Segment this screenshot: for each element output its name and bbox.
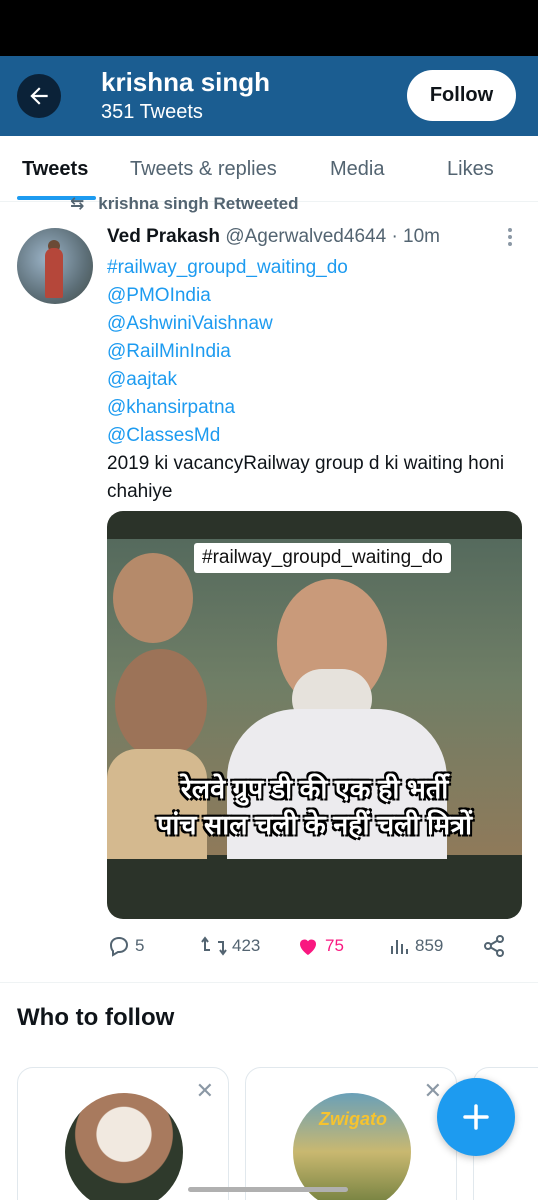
retweet-context-label: krishna singh Retweeted	[98, 196, 299, 213]
tweet-media[interactable]: #railway_groupd_waiting_do रेलवे ग्रुप ड…	[107, 511, 522, 919]
close-icon[interactable]: ✕	[196, 1080, 214, 1102]
retweet-button[interactable]: 423	[200, 934, 260, 958]
mention-link[interactable]: @ClassesMd	[107, 422, 527, 450]
person-left-bottom	[115, 649, 207, 759]
follow-button[interactable]: Follow	[407, 70, 516, 121]
author-name[interactable]: Ved Prakash	[107, 226, 220, 247]
person-left-top	[113, 553, 193, 643]
mention-link[interactable]: @aajtak	[107, 366, 527, 394]
profile-tabs: Tweets Tweets & replies Media Likes	[0, 136, 538, 202]
profile-header: krishna singh 351 Tweets Follow	[0, 56, 538, 136]
mention-link[interactable]: @AshwiniVaishnaw	[107, 310, 527, 338]
mention-link[interactable]: @PMOIndia	[107, 282, 527, 310]
plus-icon	[463, 1104, 489, 1130]
tab-tweets-replies[interactable]: Tweets & replies	[130, 158, 277, 181]
share-icon	[484, 935, 504, 957]
section-divider	[0, 982, 538, 983]
mention-link[interactable]: @RailMinIndia	[107, 338, 527, 366]
hashtag-link[interactable]: #railway_groupd_waiting_do	[107, 254, 527, 282]
suggestion-avatar	[65, 1093, 183, 1200]
share-button[interactable]	[482, 934, 506, 958]
retweet-icon	[201, 936, 227, 956]
views-icon	[391, 940, 408, 954]
tab-media[interactable]: Media	[330, 158, 384, 181]
close-icon[interactable]: ✕	[424, 1080, 442, 1102]
media-caption-line1: रेलवे ग्रुप डी की एक ही भर्ती	[180, 774, 449, 804]
reply-button[interactable]: 5	[107, 934, 144, 958]
tweet-count: 351 Tweets	[101, 101, 203, 123]
tweet-time: · 10m	[391, 226, 441, 247]
author-avatar[interactable]	[17, 228, 93, 304]
tab-tweets[interactable]: Tweets	[22, 158, 88, 181]
avatar-figure	[45, 248, 63, 298]
media-hashtag-overlay: #railway_groupd_waiting_do	[194, 543, 451, 573]
like-count: 75	[325, 936, 344, 955]
retweet-count: 423	[232, 936, 261, 955]
who-to-follow-title: Who to follow	[17, 1004, 175, 1031]
view-count: 859	[415, 936, 444, 955]
follow-suggestion-card[interactable]: ✕	[17, 1067, 229, 1200]
tab-likes[interactable]: Likes	[447, 158, 494, 181]
reply-count: 5	[135, 936, 145, 955]
arrow-left-icon	[30, 87, 48, 105]
retweet-context: ⇆ krishna singh Retweeted	[70, 196, 299, 214]
back-button[interactable]	[17, 74, 61, 118]
compose-tweet-button[interactable]	[437, 1078, 515, 1156]
like-button[interactable]: 75	[295, 934, 344, 958]
follow-suggestion-card[interactable]: ✕ Zwigato	[245, 1067, 457, 1200]
reply-icon	[109, 936, 129, 957]
media-caption-line2: पांच साल चली के नहीं चली मित्रों	[156, 810, 472, 840]
more-options-icon[interactable]	[500, 226, 520, 248]
home-indicator[interactable]	[188, 1187, 348, 1192]
status-bar	[0, 0, 538, 56]
profile-name: krishna singh	[101, 67, 271, 97]
heart-icon	[300, 939, 316, 955]
author-handle[interactable]: @Agerwalved4644	[225, 226, 386, 247]
tweet-links: #railway_groupd_waiting_do @PMOIndia @As…	[107, 254, 527, 450]
zwigato-logo: Zwigato	[319, 1109, 387, 1129]
tweet-author: Ved Prakash @Agerwalved4644 · 10m	[107, 226, 440, 248]
suggestion-avatar: Zwigato	[293, 1093, 411, 1200]
mention-link[interactable]: @khansirpatna	[107, 394, 527, 422]
views-button[interactable]: 859	[389, 934, 443, 958]
retweet-icon: ⇆	[70, 196, 85, 213]
tweet-actions: 5 423 75 859	[107, 934, 527, 962]
tweet-text: 2019 ki vacancyRailway group d ki waitin…	[107, 453, 505, 502]
